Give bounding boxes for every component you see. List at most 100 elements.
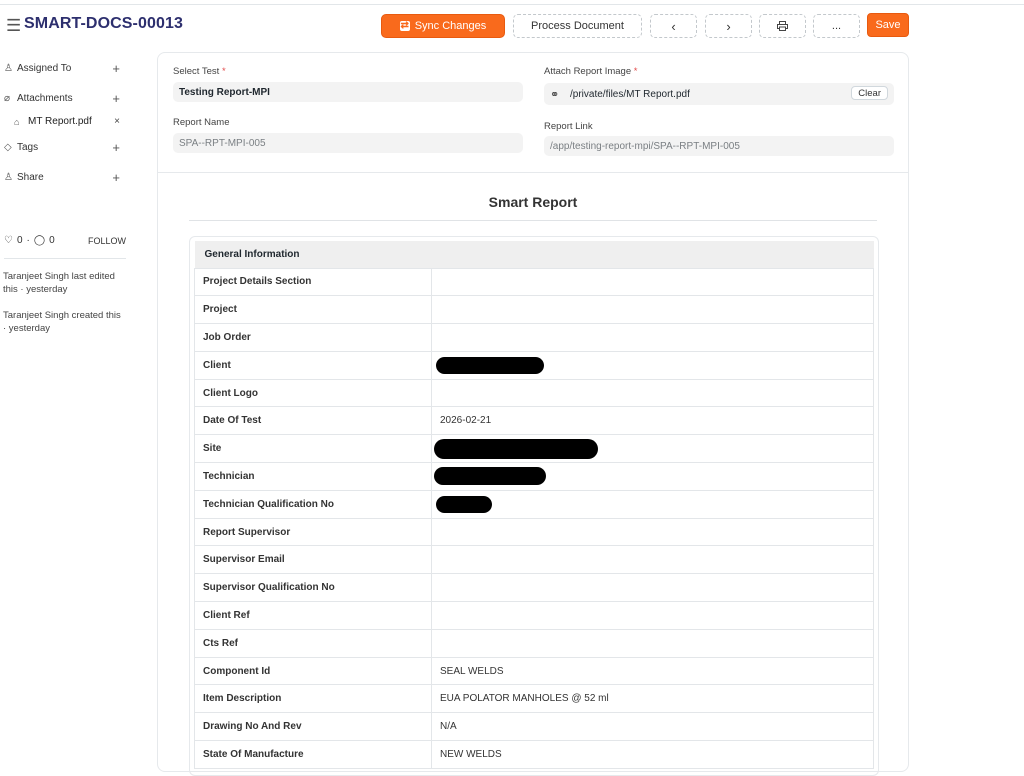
row-value-redacted	[431, 489, 874, 519]
more-label: ...	[831, 20, 842, 32]
page-title: SMART-DOCS-00013	[24, 15, 183, 32]
save-button[interactable]: Save	[867, 13, 909, 37]
sync-changes-button[interactable]: ⇄ Sync Changes	[381, 14, 505, 38]
row-value-redacted	[431, 434, 874, 464]
user-icon: ♙	[4, 63, 13, 74]
row-key: Cts Ref	[194, 628, 432, 658]
row-value: N/A	[431, 712, 874, 742]
table-row: Report Supervisor	[194, 517, 874, 547]
sidebar-attachments[interactable]: ⌀ Attachments +	[4, 91, 124, 106]
table-row: Client Logo	[194, 378, 874, 408]
table-row: Drawing No And Rev N/A	[194, 712, 874, 742]
row-value: 2026-02-21	[431, 406, 874, 436]
attachment-filename[interactable]: MT Report.pdf	[28, 116, 92, 127]
row-value	[431, 628, 874, 658]
sidebar-assigned-to[interactable]: ♙ Assigned To +	[4, 61, 124, 76]
print-button[interactable]	[759, 14, 806, 38]
row-value	[431, 295, 874, 325]
add-tag-icon[interactable]: +	[112, 140, 120, 155]
select-test-input[interactable]: Testing Report-MPI	[173, 82, 523, 102]
paperclip-icon: ⌀	[4, 93, 11, 104]
row-key: Client Logo	[194, 378, 432, 408]
sidebar-divider	[4, 258, 126, 259]
link-icon: ⚭	[550, 88, 560, 101]
top-border	[0, 4, 1024, 5]
row-key: Supervisor Email	[194, 545, 432, 575]
report-title: Smart Report	[488, 194, 578, 210]
row-key: Technician	[194, 462, 432, 491]
add-share-icon[interactable]: +	[112, 170, 120, 185]
select-test-label: Select Test *	[173, 66, 226, 77]
add-assignee-icon[interactable]: +	[112, 61, 120, 76]
table-row: Project	[194, 295, 874, 325]
chevron-right-icon: ›	[726, 18, 731, 34]
follow-link[interactable]: FOLLOW	[88, 236, 126, 246]
share-label: Share	[17, 172, 44, 183]
row-key: Technician Qualification No	[194, 489, 432, 519]
redaction-mark	[434, 438, 598, 459]
comment-icon[interactable]: ◯	[34, 235, 45, 246]
row-key: Drawing No And Rev	[194, 712, 432, 742]
attachments-label: Attachments	[17, 93, 73, 104]
row-key: Component Id	[194, 656, 432, 686]
comments-count: 0	[49, 235, 55, 246]
row-key: Client Ref	[194, 601, 432, 630]
heart-icon[interactable]: ♡	[4, 235, 13, 246]
activity-item: Taranjeet Singh created this · yesterday	[3, 310, 121, 334]
form-divider	[157, 172, 909, 173]
row-key: Project Details Section	[194, 267, 432, 297]
row-key: Job Order	[194, 323, 432, 352]
clear-button[interactable]: Clear	[851, 86, 888, 100]
remove-attachment-icon[interactable]: ×	[114, 116, 120, 127]
table-row: Project Details Section	[194, 267, 874, 297]
attachment-item[interactable]: ⌂ MT Report.pdf ×	[14, 116, 126, 127]
row-value	[431, 267, 874, 297]
engagement-counts: ♡ 0 · ◯ 0	[4, 235, 55, 246]
separator-dot: ·	[26, 235, 30, 246]
table-row: Client Ref	[194, 601, 874, 630]
printer-icon	[777, 21, 788, 31]
save-label: Save	[875, 19, 901, 31]
row-key: Supervisor Qualification No	[194, 573, 432, 603]
attach-report-input[interactable]: ⚭ /private/files/MT Report.pdf Clear	[544, 83, 894, 105]
process-document-label: Process Document	[531, 20, 624, 32]
redaction-mark	[436, 495, 492, 513]
row-key: State Of Manufacture	[194, 740, 432, 769]
row-value	[431, 573, 874, 603]
assigned-to-label: Assigned To	[17, 63, 72, 74]
table-row: Cts Ref	[194, 628, 874, 658]
row-value: SEAL WELDS	[431, 656, 874, 686]
table-row: State Of Manufacture NEW WELDS	[194, 740, 874, 769]
row-key: Report Supervisor	[194, 517, 432, 547]
row-value: NEW WELDS	[431, 740, 874, 769]
report-name-input[interactable]: SPA--RPT-MPI-005	[173, 133, 523, 153]
process-document-button[interactable]: Process Document	[513, 14, 642, 38]
previous-button[interactable]: ‹	[650, 14, 697, 38]
more-actions-button[interactable]: ...	[813, 14, 860, 38]
next-button[interactable]: ›	[705, 14, 752, 38]
likes-count: 0	[16, 235, 23, 246]
table-row: Item Description EUA POLATOR MANHOLES @ 5…	[194, 684, 874, 714]
row-key: Item Description	[194, 684, 432, 714]
row-key: Project	[194, 295, 432, 325]
row-value: EUA POLATOR MANHOLES @ 52 ml	[431, 684, 874, 714]
sidebar-tags[interactable]: ◇ Tags +	[4, 140, 124, 155]
table-row: Technician Qualification No	[194, 489, 874, 519]
row-value	[431, 517, 874, 547]
redaction-mark	[434, 467, 546, 486]
report-name-label: Report Name	[173, 117, 230, 128]
row-value	[431, 601, 874, 630]
add-attachment-icon[interactable]: +	[112, 91, 120, 106]
row-value	[431, 323, 874, 352]
attach-report-value[interactable]: /private/files/MT Report.pdf	[570, 89, 690, 100]
hamburger-icon[interactable]: ☰	[6, 16, 21, 36]
report-link-input[interactable]: /app/testing-report-mpi/SPA--RPT-MPI-005	[544, 136, 894, 156]
table-row: Date Of Test 2026-02-21	[194, 406, 874, 436]
row-value	[431, 378, 874, 408]
attach-report-label: Attach Report Image *	[544, 66, 638, 77]
tag-icon: ◇	[4, 142, 12, 153]
row-value	[431, 545, 874, 575]
table-row: Supervisor Qualification No	[194, 573, 874, 603]
table-row: Client	[194, 350, 874, 380]
sidebar-share[interactable]: ♙ Share +	[4, 170, 124, 185]
